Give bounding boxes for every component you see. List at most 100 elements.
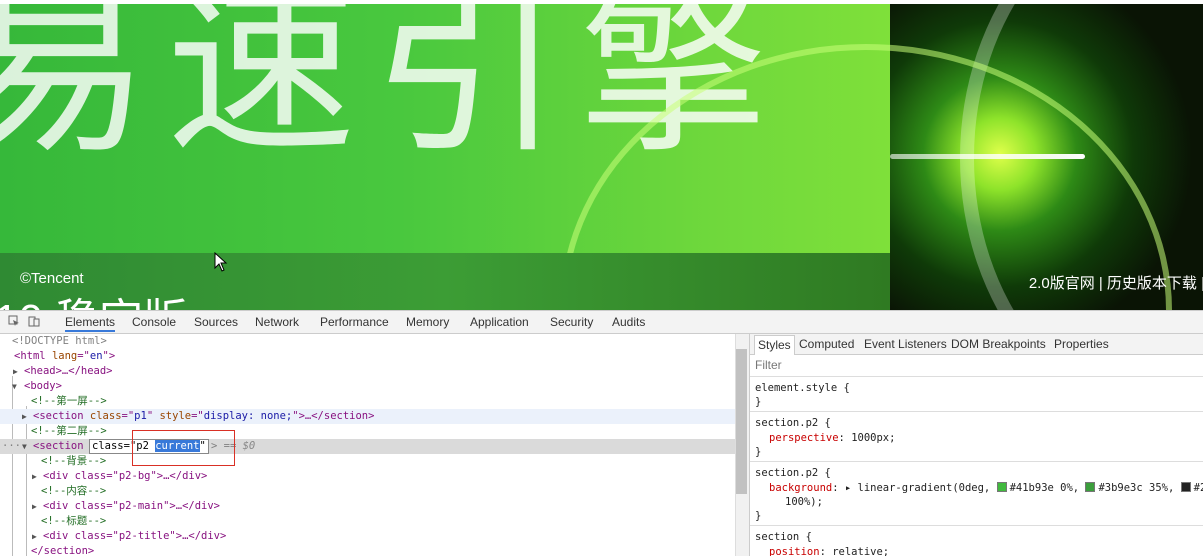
expand-triangle-icon[interactable]: ▶ bbox=[32, 529, 37, 544]
rule-close-brace: } bbox=[755, 446, 762, 458]
dom-node-section-close[interactable]: </section> bbox=[0, 544, 735, 556]
styles-filter-input[interactable]: Filter bbox=[755, 358, 782, 372]
tag-tail: >…</section> bbox=[298, 410, 375, 422]
color-stop: #3b9e3c 35%, bbox=[1098, 482, 1181, 494]
dom-node-comment[interactable]: <!--内容--> bbox=[0, 484, 735, 499]
tab-application[interactable]: Application bbox=[470, 315, 529, 329]
tab-elements[interactable]: Elements bbox=[65, 315, 116, 332]
tag-text: <div class="p2-bg">…</div> bbox=[43, 470, 208, 482]
tab-memory[interactable]: Memory bbox=[406, 315, 449, 329]
devtools-panel: Elements Console Sources Network Perform… bbox=[0, 310, 1203, 556]
property-value: : 1000px; bbox=[838, 432, 896, 444]
console-ref: $0 bbox=[242, 440, 256, 452]
device-toolbar-icon[interactable] bbox=[28, 315, 40, 327]
rule-declaration-continued: 100%); bbox=[785, 496, 823, 508]
tag-text: <section bbox=[33, 440, 84, 452]
tab-event-listeners[interactable]: Event Listeners bbox=[864, 337, 947, 351]
footer-links[interactable]: 2.0版官网 | 历史版本下载 | bbox=[1029, 272, 1203, 293]
mouse-cursor-icon bbox=[214, 252, 228, 272]
comment-text: <!--标题--> bbox=[41, 515, 107, 527]
attr-value: p1 bbox=[134, 410, 147, 422]
rule-declaration[interactable]: perspective: 1000px; bbox=[769, 431, 895, 445]
divider bbox=[750, 525, 1203, 526]
attr-name: class bbox=[89, 410, 122, 422]
dom-node-comment[interactable]: <!--第一屏--> bbox=[0, 394, 735, 409]
attr-value: en bbox=[89, 350, 103, 362]
rule-close-brace: } bbox=[755, 396, 762, 408]
tag-text: <html bbox=[14, 350, 46, 362]
attr-name: lang bbox=[51, 350, 78, 362]
rule-declaration[interactable]: background: ▸ linear-gradient(0deg, #41b… bbox=[769, 481, 1203, 495]
tag-text: <head>…</head> bbox=[24, 365, 113, 377]
tag-text: <div class="p2-title">…</div> bbox=[43, 530, 227, 542]
property-name: perspective bbox=[769, 432, 839, 444]
dom-node-body[interactable]: ▼ <body> bbox=[0, 379, 735, 394]
devtools-tabbar: Elements Console Sources Network Perform… bbox=[0, 311, 1203, 334]
dom-node-div-title[interactable]: ▶ <div class="p2-title">…</div> bbox=[0, 529, 735, 544]
attr-name: class= bbox=[92, 440, 130, 452]
expand-triangle-icon[interactable]: ▶ bbox=[32, 469, 37, 484]
divider bbox=[750, 376, 1203, 377]
annotation-highlight-box bbox=[132, 430, 235, 466]
rule-declaration[interactable]: position: relative; bbox=[769, 545, 889, 556]
tab-properties[interactable]: Properties bbox=[1054, 337, 1109, 351]
inspect-element-icon[interactable] bbox=[8, 315, 20, 327]
collapse-triangle-icon[interactable]: ▼ bbox=[22, 439, 27, 454]
tab-sources[interactable]: Sources bbox=[194, 315, 238, 329]
dom-node-div-main[interactable]: ▶ <div class="p2-main">…</div> bbox=[0, 499, 735, 514]
attr-name: style bbox=[159, 410, 192, 422]
light-beam bbox=[890, 154, 1085, 159]
viewport-top-edge bbox=[0, 0, 1203, 4]
dom-node-section-p1[interactable]: ▶ <section class="p1" style="display: no… bbox=[0, 409, 735, 424]
rule-close-brace: } bbox=[755, 510, 762, 522]
doctype-text: <!DOCTYPE html> bbox=[12, 335, 107, 347]
color-swatch[interactable] bbox=[996, 482, 1007, 492]
styles-tabbar: Styles Computed Event Listeners DOM Brea… bbox=[750, 334, 1203, 355]
tag-text: </section> bbox=[31, 545, 95, 556]
color-stop: #41b93e 0%, bbox=[1009, 482, 1086, 494]
tag-text: <section bbox=[33, 410, 84, 422]
comment-text: <!--内容--> bbox=[41, 485, 107, 497]
dom-node-comment[interactable]: <!--标题--> bbox=[0, 514, 735, 529]
comment-text: <!--第二屏--> bbox=[31, 425, 107, 437]
rule-selector[interactable]: section.p2 { bbox=[755, 466, 831, 480]
dom-node-html[interactable]: <html lang="en"> bbox=[0, 349, 735, 364]
rule-selector[interactable]: section.p2 { bbox=[755, 416, 831, 430]
divider bbox=[750, 461, 1203, 462]
expand-triangle-icon[interactable]: ▶ bbox=[13, 364, 18, 379]
more-actions-icon[interactable]: ··· bbox=[2, 439, 21, 454]
rule-selector[interactable]: section { bbox=[755, 530, 812, 544]
version-caption: 10 稳定版 bbox=[0, 284, 187, 310]
scrollbar-thumb[interactable] bbox=[736, 349, 747, 494]
tag-text: <div class="p2-main">…</div> bbox=[43, 500, 221, 512]
attr-value: display: none; bbox=[203, 410, 293, 422]
property-name: background bbox=[769, 482, 833, 494]
dom-node-doctype[interactable]: <!DOCTYPE html> bbox=[0, 334, 735, 349]
comment-text: <!--背景--> bbox=[41, 455, 107, 467]
dom-node-head[interactable]: ▶ <head>…</head> bbox=[0, 364, 735, 379]
tab-computed[interactable]: Computed bbox=[799, 337, 854, 351]
tab-styles[interactable]: Styles bbox=[754, 335, 795, 355]
dom-node-section-p2[interactable]: ··· ▼ <section class="p2 current" > == $… bbox=[0, 439, 735, 454]
divider bbox=[750, 411, 1203, 412]
page-viewport: 易速引擎 ©Tencent 10 稳定版 2.0版官网 | 历史版本下载 | bbox=[0, 4, 1203, 310]
color-swatch[interactable] bbox=[1180, 482, 1191, 492]
collapse-triangle-icon[interactable]: ▼ bbox=[12, 379, 17, 394]
tab-performance[interactable]: Performance bbox=[320, 315, 389, 329]
tab-dom-breakpoints[interactable]: DOM Breakpoints bbox=[951, 337, 1046, 351]
styles-pane: Styles Computed Event Listeners DOM Brea… bbox=[749, 334, 1203, 556]
expand-triangle-icon[interactable]: ▶ bbox=[22, 409, 27, 424]
tab-console[interactable]: Console bbox=[132, 315, 176, 329]
comment-text: <!--第一屏--> bbox=[31, 395, 107, 407]
color-swatch[interactable] bbox=[1085, 482, 1096, 492]
dom-tree[interactable]: <!DOCTYPE html> <html lang="en"> ▶ <head… bbox=[0, 334, 735, 556]
dom-node-comment[interactable]: <!--第二屏--> bbox=[0, 424, 735, 439]
dom-node-comment[interactable]: <!--背景--> bbox=[0, 454, 735, 469]
expand-triangle-icon[interactable]: ▶ bbox=[32, 499, 37, 514]
dom-node-div-bg[interactable]: ▶ <div class="p2-bg">…</div> bbox=[0, 469, 735, 484]
tab-network[interactable]: Network bbox=[255, 315, 299, 329]
tab-audits[interactable]: Audits bbox=[612, 315, 645, 329]
property-value: : ▸ linear-gradient(0deg, bbox=[832, 482, 997, 494]
rule-element-style[interactable]: element.style { bbox=[755, 381, 850, 395]
tab-security[interactable]: Security bbox=[550, 315, 593, 329]
